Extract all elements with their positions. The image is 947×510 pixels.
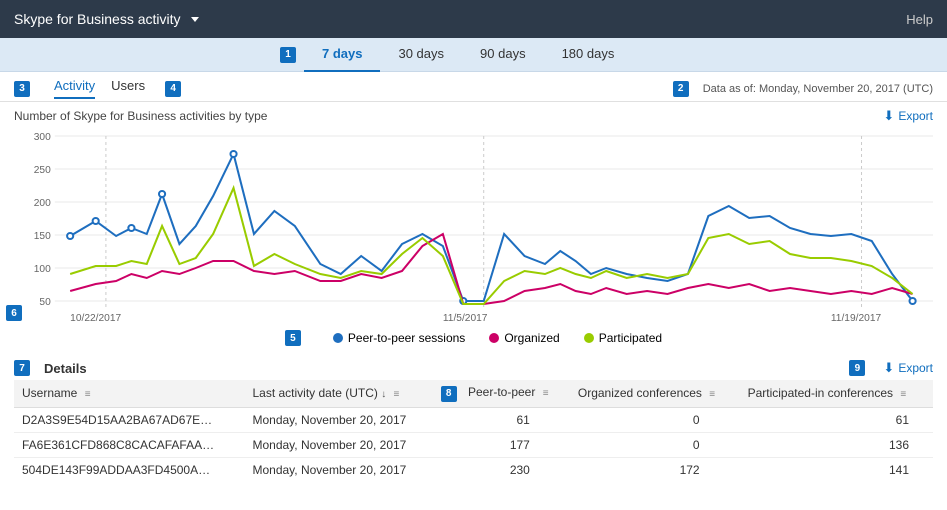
details-table: Username ≡ Last activity date (UTC) ↓ ≡ … — [14, 380, 933, 480]
chart-legend: 5 Peer-to-peer sessions Organized Partic… — [14, 330, 933, 346]
tab-90days[interactable]: 90 days — [462, 38, 544, 72]
details-section: 7 Details 9 ⬇ Export Username ≡ Last act… — [0, 354, 947, 480]
badge-3: 3 — [14, 81, 30, 97]
app-header: Skype for Business activity Help — [0, 0, 947, 38]
legend-dot-peer — [333, 333, 343, 343]
table-header-row: Username ≡ Last activity date (UTC) ↓ ≡ … — [14, 380, 933, 407]
chevron-down-icon[interactable] — [191, 17, 199, 22]
badge-7: 7 — [14, 360, 30, 376]
chart-export-button[interactable]: ⬇ Export — [883, 108, 933, 124]
sort-icon-last-activity[interactable]: ↓ — [381, 389, 386, 400]
legend-participated: Participated — [584, 331, 662, 345]
cell-last-activity: Monday, November 20, 2017 — [244, 457, 432, 480]
legend-dot-participated — [584, 333, 594, 343]
svg-text:11/5/2017: 11/5/2017 — [443, 313, 488, 324]
data-as-of-text: Data as of: Monday, November 20, 2017 (U… — [703, 83, 933, 95]
cell-username: D2A3S9E54D15AA2BA67AD67E… — [14, 407, 244, 432]
svg-text:200: 200 — [34, 198, 51, 209]
cell-participated: 61 — [740, 407, 933, 432]
col-last-activity[interactable]: Last activity date (UTC) ↓ ≡ — [244, 380, 432, 407]
cell-organized: 0 — [570, 432, 740, 457]
cell-username: 504DE143F99ADDAA3FD4500A… — [14, 457, 244, 480]
cell-peer-to-peer: 230 — [433, 457, 570, 480]
col-username[interactable]: Username ≡ — [14, 380, 244, 407]
badge-8: 8 — [441, 386, 457, 402]
header-title-area: Skype for Business activity — [14, 11, 199, 27]
svg-text:150: 150 — [34, 231, 51, 242]
chart-title: Number of Skype for Business activities … — [14, 109, 267, 123]
cell-username: FA6E361CFD868C8CACAFAFAA… — [14, 432, 244, 457]
svg-text:50: 50 — [39, 297, 51, 308]
filter-icon-peer[interactable]: ≡ — [543, 388, 549, 399]
table-row: 504DE143F99ADDAA3FD4500A… Monday, Novemb… — [14, 457, 933, 480]
col-peer-to-peer[interactable]: 8 Peer-to-peer ≡ — [433, 380, 570, 407]
time-tabs-bar: 1 7 days 30 days 90 days 180 days — [0, 38, 947, 72]
chart-section: Number of Skype for Business activities … — [0, 102, 947, 354]
cell-last-activity: Monday, November 20, 2017 — [244, 432, 432, 457]
legend-label-peer: Peer-to-peer sessions — [348, 331, 465, 345]
details-export-button[interactable]: 9 ⬇ Export — [849, 360, 933, 376]
tab-users[interactable]: Users — [111, 78, 145, 99]
help-link[interactable]: Help — [906, 12, 933, 27]
details-title-text: Details — [44, 361, 87, 376]
download-icon-details: ⬇ — [883, 360, 894, 376]
svg-text:300: 300 — [34, 132, 51, 143]
filter-icon-participated[interactable]: ≡ — [900, 389, 906, 400]
cell-peer-to-peer: 177 — [433, 432, 570, 457]
svg-text:250: 250 — [34, 165, 51, 176]
badge-2: 2 — [673, 81, 689, 97]
badge-9: 9 — [849, 360, 865, 376]
tab-30days[interactable]: 30 days — [380, 38, 462, 72]
cell-last-activity: Monday, November 20, 2017 — [244, 407, 432, 432]
details-title-area: 7 Details — [14, 360, 87, 376]
cell-participated: 136 — [740, 432, 933, 457]
legend-organized: Organized — [489, 331, 559, 345]
cell-peer-to-peer: 61 — [433, 407, 570, 432]
chart-header: Number of Skype for Business activities … — [14, 108, 933, 124]
svg-text:11/19/2017: 11/19/2017 — [831, 313, 882, 324]
cell-organized: 172 — [570, 457, 740, 480]
tab-180days[interactable]: 180 days — [544, 38, 633, 72]
tab-activity[interactable]: Activity — [54, 78, 95, 99]
chart-svg: 300 250 200 150 100 50 10/22/2017 11/5/2… — [14, 126, 933, 326]
table-row: FA6E361CFD868C8CACAFAFAA… Monday, Novemb… — [14, 432, 933, 457]
data-as-of-area: 2 Data as of: Monday, November 20, 2017 … — [673, 81, 933, 97]
filter-icon-organized[interactable]: ≡ — [709, 389, 715, 400]
download-icon: ⬇ — [883, 108, 894, 124]
badge-5: 5 — [285, 330, 301, 346]
legend-peer-to-peer: Peer-to-peer sessions — [333, 331, 465, 345]
svg-text:100: 100 — [34, 264, 51, 275]
legend-dot-organized — [489, 333, 499, 343]
badge-6-area: 6 — [6, 305, 30, 321]
filter-icon-last-activity[interactable]: ≡ — [394, 389, 400, 400]
details-header: 7 Details 9 ⬇ Export — [14, 360, 933, 376]
cell-organized: 0 — [570, 407, 740, 432]
col-organized[interactable]: Organized conferences ≡ — [570, 380, 740, 407]
chart-container: 300 250 200 150 100 50 10/22/2017 11/5/2… — [14, 126, 933, 326]
table-row: D2A3S9E54D15AA2BA67AD67E… Monday, Novemb… — [14, 407, 933, 432]
badge-4: 4 — [165, 81, 181, 97]
legend-label-participated: Participated — [599, 331, 662, 345]
cell-participated: 141 — [740, 457, 933, 480]
content-tabs-left: 3 Activity Users 4 — [14, 78, 189, 99]
tab-7days[interactable]: 7 days — [304, 38, 380, 72]
col-participated[interactable]: Participated-in conferences ≡ — [740, 380, 933, 407]
svg-text:10/22/2017: 10/22/2017 — [70, 313, 121, 324]
badge-6: 6 — [6, 305, 22, 321]
details-table-wrapper[interactable]: Username ≡ Last activity date (UTC) ↓ ≡ … — [14, 380, 933, 480]
badge-1: 1 — [280, 47, 296, 63]
app-title: Skype for Business activity — [14, 11, 181, 27]
content-tabs-bar: 3 Activity Users 4 2 Data as of: Monday,… — [0, 72, 947, 102]
filter-icon-username[interactable]: ≡ — [85, 389, 91, 400]
legend-label-organized: Organized — [504, 331, 559, 345]
